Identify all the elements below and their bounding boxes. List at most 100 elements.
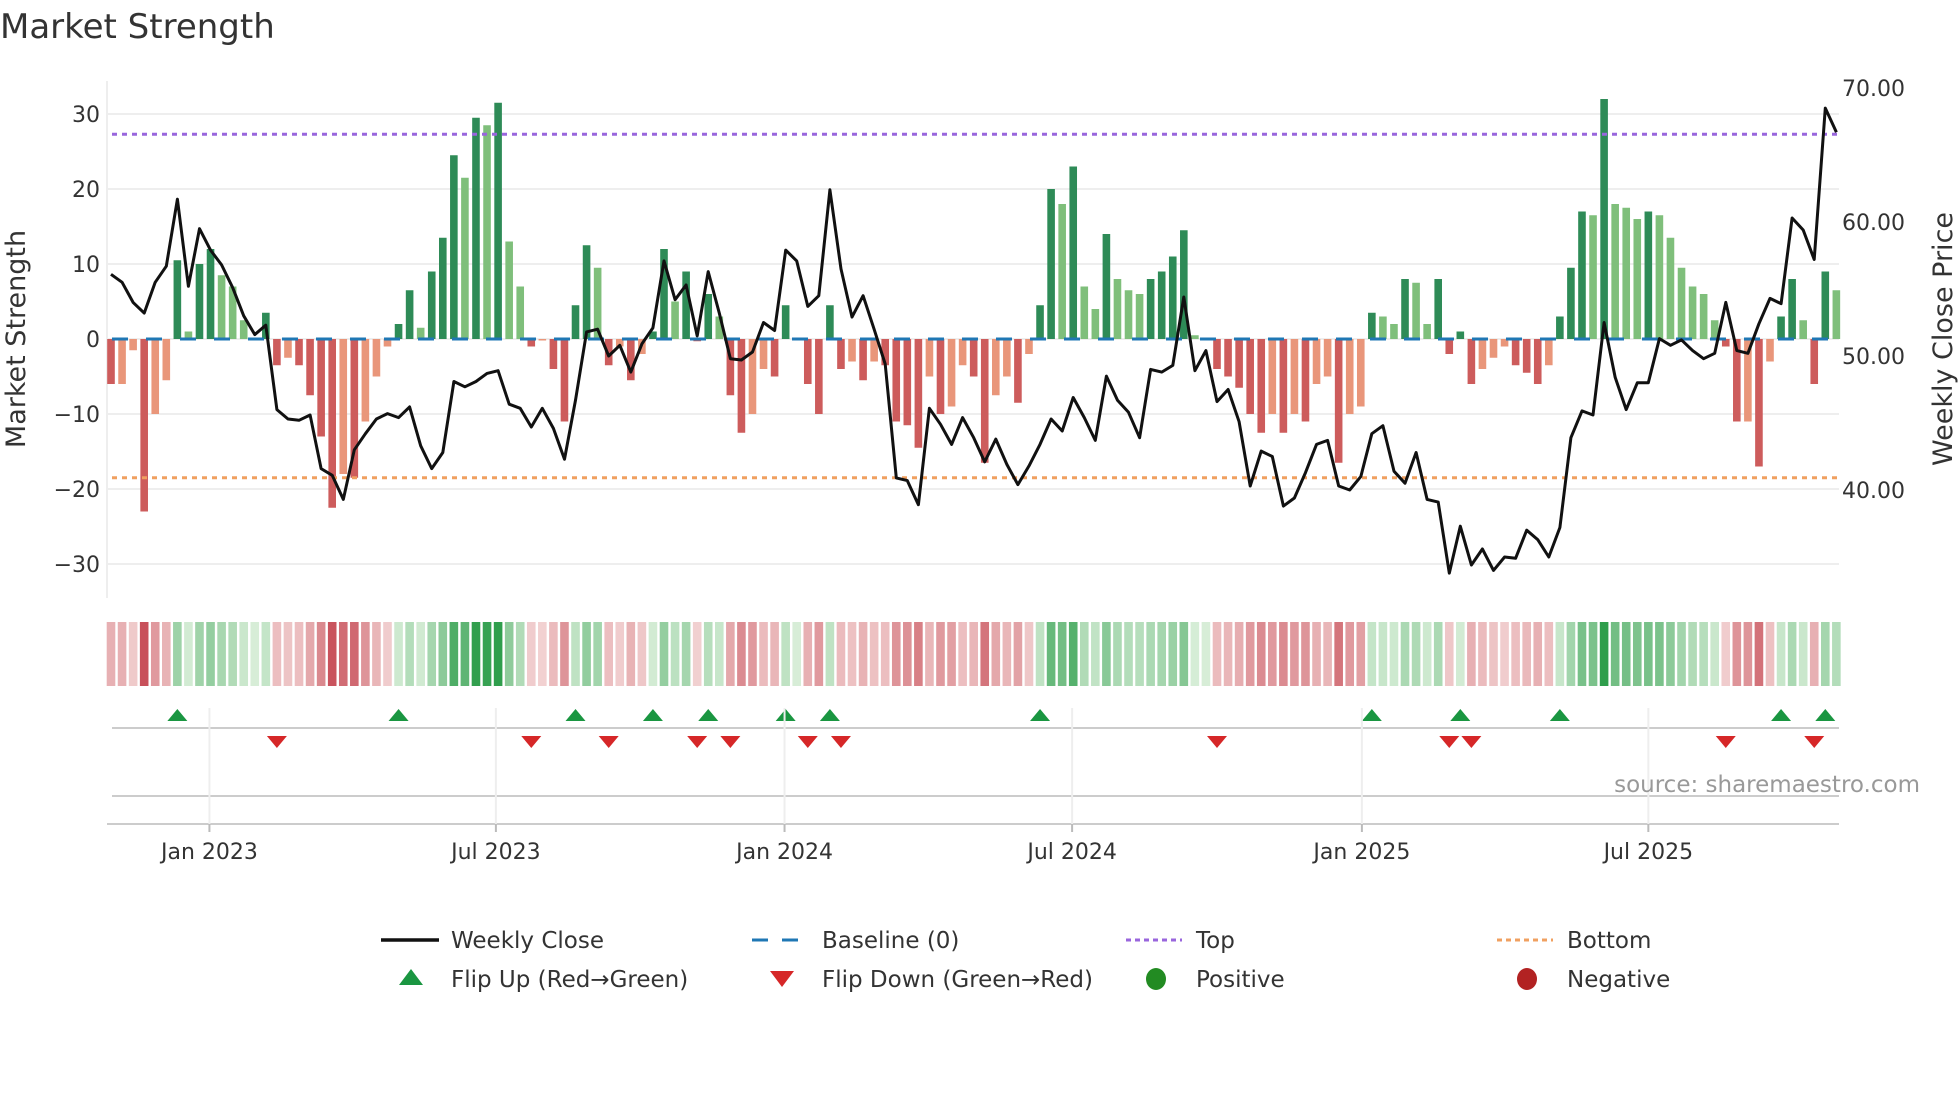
strip-cell (327, 622, 337, 686)
strip-cell (1721, 622, 1731, 686)
strip-cell (1245, 622, 1255, 686)
strip-cell (1002, 622, 1012, 686)
strip-cell (206, 622, 215, 686)
strip-cell (1798, 622, 1808, 686)
strength-bar (1213, 339, 1221, 369)
strength-bar (483, 125, 491, 339)
strip-cell (1688, 622, 1697, 686)
strip-cell (261, 622, 271, 686)
strip-cell (914, 622, 923, 686)
strip-cell (361, 622, 370, 686)
strip-cell (1046, 622, 1056, 686)
strip-cell (593, 622, 602, 686)
strip-cell (239, 622, 249, 686)
strength-bar (1301, 339, 1310, 422)
strength-bar (516, 286, 525, 339)
strength-bar (1522, 339, 1531, 373)
strength-bar (461, 177, 469, 339)
strip-cell (106, 622, 116, 686)
strip-cell (1655, 622, 1664, 686)
strength-bar (682, 271, 690, 339)
flip-up-marker (167, 709, 188, 721)
strip-cell (1832, 622, 1841, 686)
strength-bar (1688, 286, 1697, 339)
legend-label: Flip Up (Red→Green) (451, 967, 688, 993)
strength-bar (1578, 211, 1586, 339)
strip-cell (1212, 622, 1222, 686)
strip-cell (1754, 622, 1764, 686)
strength-bar (848, 339, 856, 362)
strength-bar (284, 339, 292, 358)
strip-cell (1522, 622, 1531, 686)
y-tick-label: 10 (72, 253, 100, 278)
strip-cell (228, 622, 237, 686)
strip-cell (316, 622, 326, 686)
circle-icon (1146, 968, 1166, 990)
strength-bar (1091, 309, 1100, 339)
strip-cell (1577, 622, 1587, 686)
strip-cell (1057, 622, 1067, 686)
strength-bar (1058, 204, 1066, 339)
strip-cell (1599, 622, 1609, 686)
strength-bar (1655, 215, 1664, 339)
strip-cell (1079, 622, 1089, 686)
strength-bar (737, 339, 746, 433)
flip-up-marker (1549, 709, 1570, 721)
strength-bar (1224, 339, 1232, 377)
triangle-up-icon (399, 969, 423, 985)
y-tick-label: 0 (86, 328, 100, 353)
strength-bar (549, 339, 558, 369)
strength-bar (903, 339, 912, 426)
legend-item: Bottom (1497, 928, 1651, 954)
strip-cell (150, 622, 160, 686)
strength-bar (1423, 324, 1431, 339)
strip-cell (726, 622, 735, 686)
strip-cell (748, 622, 757, 686)
legend-item: Positive (1146, 967, 1285, 993)
flip-up-marker (642, 709, 663, 721)
flip-up-marker (565, 709, 586, 721)
strength-bar (538, 339, 547, 341)
strip-cell (549, 622, 558, 686)
strip-cell (1135, 622, 1144, 686)
strip-cell (1821, 622, 1830, 686)
flip-down-marker (720, 736, 741, 748)
strip-cell (1146, 622, 1155, 686)
strip-cell (1444, 622, 1454, 686)
strip-cell (947, 622, 956, 686)
legend-label: Weekly Close (451, 928, 604, 954)
flip-up-marker (698, 709, 719, 721)
strength-bar (704, 294, 713, 339)
strip-cell (1102, 622, 1111, 686)
flip-down-marker (266, 736, 287, 748)
strip-cell (128, 622, 138, 686)
strength-bar (1412, 282, 1420, 339)
strip-cell (825, 622, 835, 686)
strip-cell (1190, 622, 1200, 686)
strip-cell (1500, 622, 1509, 686)
strength-bar (947, 339, 956, 407)
strip-cell (372, 622, 381, 686)
x-tick-label: Jan 2024 (734, 840, 833, 865)
strip-cell (1666, 622, 1675, 686)
chart-title: Market Strength (0, 7, 275, 47)
strip-cell (1422, 622, 1432, 686)
strip-cell (891, 622, 901, 686)
strip-cell (715, 622, 724, 686)
strip-cell (936, 622, 945, 686)
strip-cell (1467, 622, 1476, 686)
flip-down-marker (1439, 736, 1460, 748)
legend-item: Flip Up (Red→Green) (399, 967, 688, 993)
strength-bar (1235, 339, 1243, 388)
strength-heat-strip (106, 622, 1841, 686)
strength-bar (173, 260, 182, 339)
strip-cell (1588, 622, 1598, 686)
y2-axis-ticks: 70.00 60.00 50.00 40.00 (1842, 77, 1905, 504)
strip-cell (1179, 622, 1189, 686)
strip-cell (173, 622, 182, 686)
strip-cell (1024, 622, 1034, 686)
strip-cell (305, 622, 315, 686)
strength-bar (1832, 290, 1841, 339)
strip-cell (438, 622, 448, 686)
strip-cell (1301, 622, 1310, 686)
